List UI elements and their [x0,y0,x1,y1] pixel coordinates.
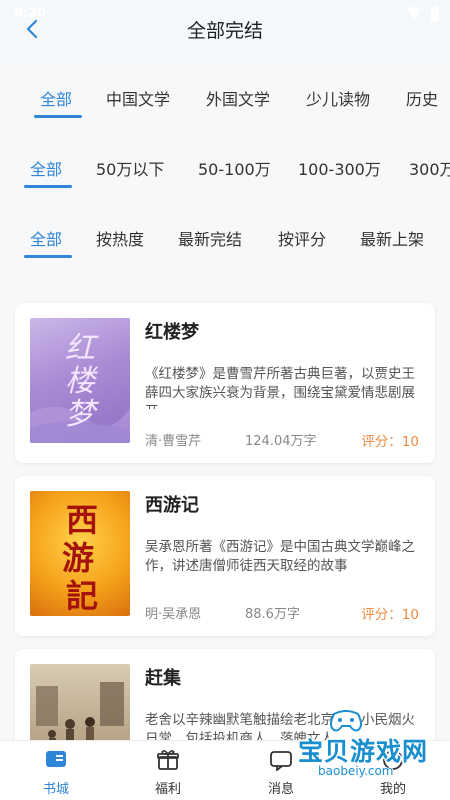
cover-art-xiyouji: 西 游 記 [62,501,98,615]
cover-art-hongloumeng: 红 楼 梦 [30,331,130,443]
word-count-chip-50-100w[interactable]: 50-100万 [198,156,271,180]
book-author: 清·曹雪芹 [145,434,202,449]
book-word-count: 88.6万字 [245,607,300,622]
tab-profile[interactable]: 我的 [337,741,449,800]
tab-label: 我的 [379,782,406,797]
battery-icon [431,6,439,21]
book-description: 吴承恩所著《西游记》是中国古典文学巅峰之作，讲述唐僧师徒西天取经的故事 [145,539,415,574]
svg-text:楼: 楼 [65,364,99,399]
svg-text:記: 記 [66,577,98,615]
category-active-indicator [34,115,82,118]
book-description: 《红楼梦》是曹雪芹所著古典巨著，以贾史王薛四大家族兴衰为背景，围绕宝黛爱情悲剧展… [145,366,415,409]
sort-active-indicator [24,255,72,258]
svg-text:西: 西 [66,501,98,539]
word-count-filter-row: 全部 50万以下 50-100万 100-300万 300万以上 [0,128,450,198]
book-list: 红 楼 梦 红楼梦 《红楼梦》是曹雪芹所著古典巨著，以贾史王薛四大家族兴衰为背景… [0,290,450,740]
sort-chip-popularity[interactable]: 按热度 [96,226,144,250]
book-card[interactable]: 西 游 記 西游记 吴承恩所著《西游记》是中国古典文学巅峰之作，讲述唐僧师徒西天… [15,476,435,636]
tab-messages[interactable]: 消息 [225,741,337,800]
book-score: 评分：10 [361,434,419,450]
category-chip-chinese-literature[interactable]: 中国文学 [106,86,170,110]
category-chip-foreign-literature[interactable]: 外国文学 [206,86,270,110]
category-filter-row: 全部 中国文学 外国文学 少儿读物 历史 [0,58,450,128]
sort-chip-recently-finished[interactable]: 最新完结 [178,226,242,250]
book-title: 红楼梦 [145,322,199,343]
category-chip-all[interactable]: 全部 [40,86,72,110]
cover-text: 红 [65,331,99,366]
svg-text:梦: 梦 [65,397,99,432]
book-cover: 西 游 記 [30,491,130,616]
gift-icon [157,750,179,770]
category-chip-history[interactable]: 历史 [406,86,438,110]
status-bar: 9:20 [0,0,450,30]
word-count-chip-all[interactable]: 全部 [30,156,62,180]
message-icon [270,751,292,771]
book-description: 老舍以辛辣幽默笔触描绘老北京市井小民烟火日常，包括投机商人、落魄文人 [145,712,415,740]
svg-text:游: 游 [62,539,94,577]
word-count-chip-100-300w[interactable]: 100-300万 [298,156,381,180]
tab-label: 书城 [42,782,69,797]
tab-bookstore[interactable]: 书城 [0,741,112,800]
tab-welfare[interactable]: 福利 [112,741,224,800]
bottom-tab-bar: 书城 福利 消息 我的 [0,740,450,800]
tab-label: 福利 [154,782,181,797]
word-count-chip-under-50w[interactable]: 50万以下 [96,156,164,180]
book-card[interactable]: 赶集 老舍以辛辣幽默笔触描绘老北京市井小民烟火日常，包括投机商人、落魄文人 [15,649,435,740]
status-icons [406,6,440,22]
book-cover [30,664,130,740]
book-title: 赶集 [145,668,181,689]
filter-panel: 全部 中国文学 外国文学 少儿读物 历史 全部 50万以下 50-100万 10… [0,58,450,275]
book-cover: 红 楼 梦 [30,318,130,443]
sort-filter-row: 全部 按热度 最新完结 按评分 最新上架 [0,198,450,268]
book-icon [46,751,66,767]
book-card[interactable]: 红 楼 梦 红楼梦 《红楼梦》是曹雪芹所著古典巨著，以贾史王薛四大家族兴衰为背景… [15,303,435,463]
user-icon [383,750,403,770]
book-word-count: 124.04万字 [245,434,317,449]
status-time: 9:20 [14,6,47,21]
word-count-active-indicator [24,185,72,188]
book-author: 明·吴承恩 [145,607,202,622]
wifi-icon [407,7,421,19]
word-count-chip-over-300w[interactable]: 300万以上 [409,156,450,180]
book-title: 西游记 [145,495,199,516]
sort-chip-all[interactable]: 全部 [30,226,62,250]
category-chip-children-books[interactable]: 少儿读物 [306,86,370,110]
book-score: 评分：10 [361,607,419,623]
sort-chip-newest[interactable]: 最新上架 [360,226,424,250]
cover-art-ganji [36,682,124,740]
sort-chip-rating[interactable]: 按评分 [278,226,326,250]
tab-label: 消息 [267,782,294,797]
